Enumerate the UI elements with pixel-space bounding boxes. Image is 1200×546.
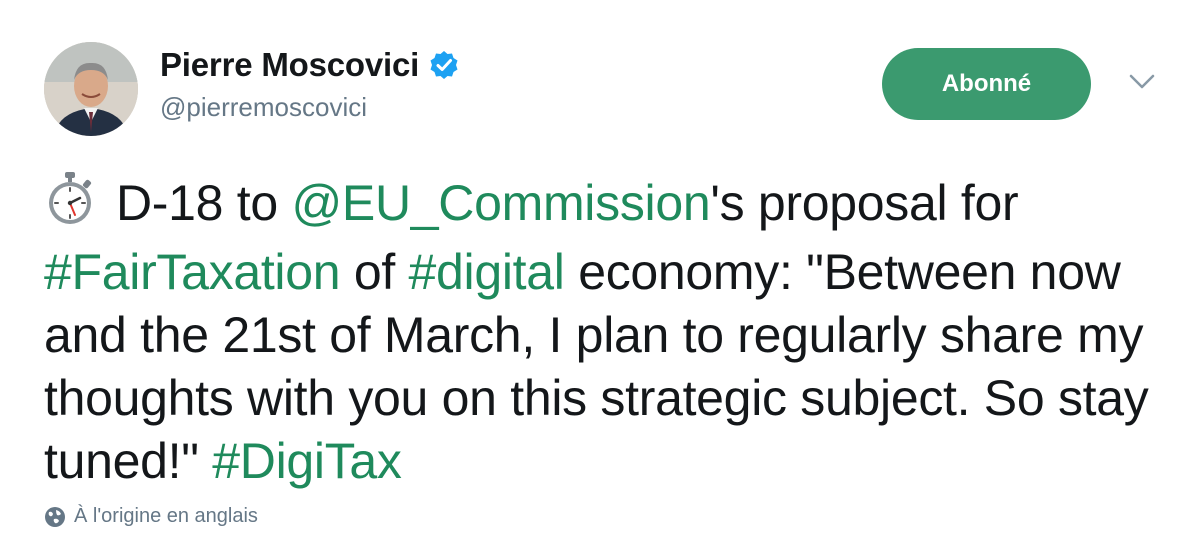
tweet-text-segment: of [340,244,409,300]
avatar[interactable] [44,42,138,136]
mention-link[interactable]: @EU_Commission [291,175,710,231]
globe-icon [44,506,66,528]
verified-badge-icon [429,50,459,80]
tweet-text: D-18 to @EU_Commission's proposal for #F… [44,170,1174,493]
stopwatch-icon [44,170,96,241]
following-button[interactable]: Abonné [882,48,1091,120]
translation-label: À l'origine en anglais [74,505,258,527]
author-display-name[interactable]: Pierre Moscovici [160,46,419,84]
translation-notice[interactable]: À l'origine en anglais [44,505,258,528]
author-handle[interactable]: @pierremoscovici [160,92,367,123]
chevron-down-icon[interactable] [1126,70,1158,94]
hashtag-link[interactable]: #DigiTax [212,433,402,489]
tweet-text-segment: 's proposal for [710,175,1019,231]
author-name-row: Pierre Moscovici [160,46,459,84]
hashtag-link[interactable]: #FairTaxation [44,244,341,300]
tweet-text-segment: D-18 to [116,175,292,231]
hashtag-link[interactable]: #digital [409,244,565,300]
